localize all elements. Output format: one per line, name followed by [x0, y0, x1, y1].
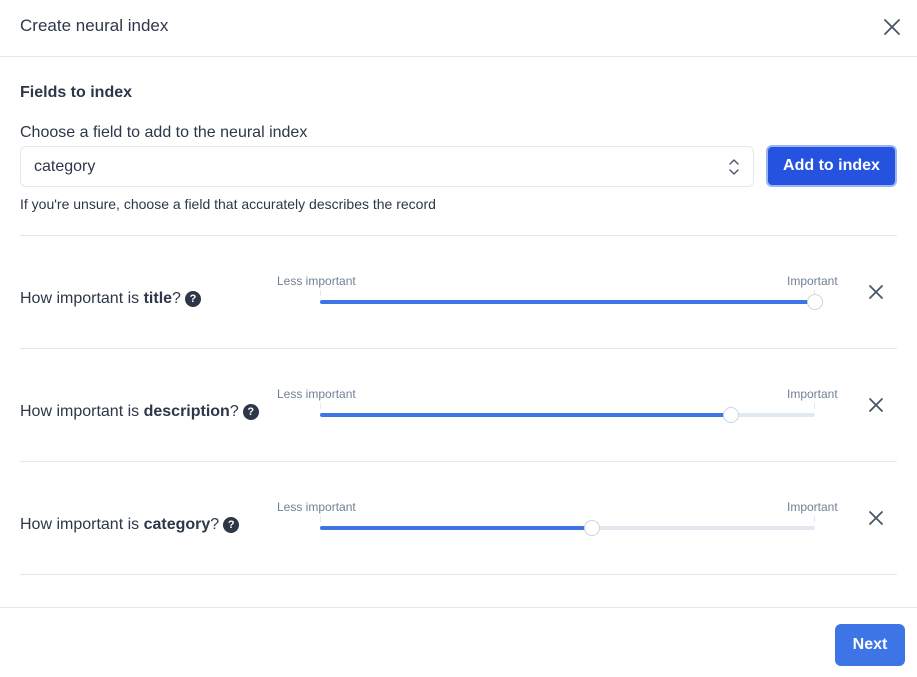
question-suffix: ?	[172, 290, 181, 307]
field-name: category	[143, 516, 211, 533]
footer-divider	[0, 607, 917, 608]
help-icon[interactable]: ?	[242, 404, 259, 420]
important-label: Important	[787, 500, 838, 514]
remove-field-icon[interactable]	[866, 508, 886, 528]
importance-question: How important is title??	[20, 290, 201, 308]
question-suffix: ?	[229, 403, 239, 420]
field-select-label: Choose a field to add to the neural inde…	[20, 124, 308, 141]
importance-row-title: How important is title?? Less important …	[0, 236, 917, 349]
dialog-header: Create neural index	[0, 0, 917, 57]
slider-fill	[320, 300, 815, 304]
slider-tick-max	[814, 403, 815, 409]
close-icon[interactable]	[880, 15, 904, 39]
slider-tick-max	[814, 516, 815, 522]
question-prefix: How important is	[20, 403, 144, 420]
help-icon[interactable]: ?	[184, 291, 201, 307]
next-button[interactable]: Next	[835, 624, 905, 666]
remove-field-icon[interactable]	[866, 395, 886, 415]
less-important-label: Less important	[277, 274, 356, 288]
question-suffix: ?	[210, 516, 220, 533]
field-name: title	[143, 290, 173, 307]
slider-tick-min	[320, 403, 321, 409]
slider-thumb[interactable]	[722, 407, 739, 423]
remove-field-icon[interactable]	[866, 282, 886, 302]
field-help-text: If you're unsure, choose a field that ac…	[20, 196, 436, 212]
slider-thumb[interactable]	[807, 294, 823, 310]
dialog-title: Create neural index	[20, 16, 169, 35]
slider-thumb[interactable]	[584, 520, 601, 536]
importance-slider[interactable]	[320, 516, 815, 536]
importance-question: How important is description??	[20, 403, 259, 421]
divider	[20, 574, 897, 575]
field-select-value: category	[34, 158, 96, 175]
add-to-index-button[interactable]: Add to index	[766, 145, 897, 187]
importance-row-description: How important is description?? Less impo…	[0, 349, 917, 462]
slider-fill	[320, 526, 593, 530]
field-name: description	[143, 403, 230, 420]
less-important-label: Less important	[277, 387, 356, 401]
slider-fill	[320, 413, 731, 417]
importance-question: How important is category??	[20, 516, 240, 534]
question-prefix: How important is	[20, 290, 144, 307]
importance-slider[interactable]	[320, 403, 815, 423]
slider-tick-min	[320, 290, 321, 296]
importance-row-category: How important is category?? Less importa…	[0, 462, 917, 575]
important-label: Important	[787, 274, 838, 288]
importance-slider[interactable]	[320, 290, 823, 310]
section-title: Fields to index	[20, 84, 133, 101]
field-select[interactable]: category	[20, 146, 754, 187]
important-label: Important	[787, 387, 838, 401]
help-icon[interactable]: ?	[223, 517, 240, 533]
question-prefix: How important is	[20, 516, 144, 533]
chevron-up-down-icon	[729, 159, 739, 175]
less-important-label: Less important	[277, 500, 356, 514]
slider-tick-min	[320, 516, 321, 522]
